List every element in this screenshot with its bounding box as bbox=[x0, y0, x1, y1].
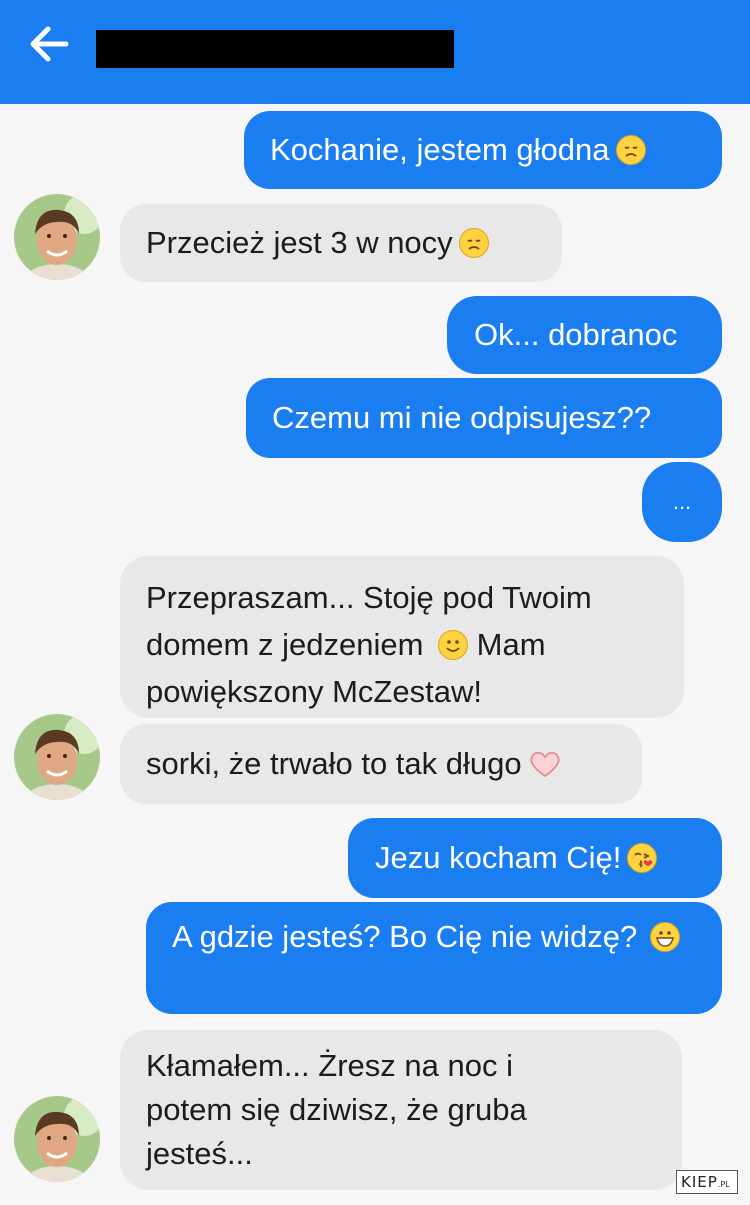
message-bubble-sent: ... bbox=[642, 462, 722, 542]
message-text: ... bbox=[672, 489, 692, 514]
avatar[interactable] bbox=[14, 1096, 100, 1182]
message-text: Kochanie, jestem głodna bbox=[270, 132, 610, 167]
message-bubble-sent: Czemu mi nie odpisujesz?? bbox=[246, 378, 722, 458]
heart-icon bbox=[528, 749, 562, 779]
message-text: sorki, że trwało to tak długo bbox=[146, 746, 522, 781]
disappointed-face-icon bbox=[615, 135, 646, 165]
top-bar bbox=[0, 0, 750, 104]
watermark-text: KIEP bbox=[681, 1173, 718, 1191]
contact-name-redacted bbox=[96, 30, 454, 68]
disappointed-face-icon bbox=[458, 228, 489, 258]
avatar[interactable] bbox=[14, 714, 100, 800]
message-bubble-received: Kłamałem... Żresz na noc i potem się dzi… bbox=[120, 1030, 682, 1190]
message-bubble-sent: Ok... dobranoc bbox=[447, 296, 722, 374]
kissing-face-icon bbox=[627, 843, 658, 873]
message-text: Jezu kocham Cię! bbox=[375, 840, 622, 875]
message-text: Czemu mi nie odpisujesz?? bbox=[272, 400, 652, 435]
message-text: Ok... dobranoc bbox=[474, 317, 678, 352]
grinning-face-icon bbox=[649, 922, 680, 952]
message-bubble-received: Przecież jest 3 w nocy bbox=[120, 204, 562, 282]
arrow-left-icon[interactable] bbox=[26, 24, 72, 64]
message-text: Kłamałem... Żresz na noc i potem się dzi… bbox=[146, 1048, 527, 1171]
smiling-face-icon bbox=[438, 630, 469, 660]
watermark-logo: KIEP.PL bbox=[676, 1170, 738, 1194]
message-text: Przecież jest 3 w nocy bbox=[146, 225, 453, 260]
avatar[interactable] bbox=[14, 194, 100, 280]
message-bubble-received: Przepraszam... Stoję pod Twoim domem z j… bbox=[120, 556, 684, 718]
message-bubble-received: sorki, że trwało to tak długo bbox=[120, 724, 642, 804]
message-text: A gdzie jesteś? Bo Cię nie widzę? bbox=[172, 919, 638, 954]
message-bubble-sent: Kochanie, jestem głodna bbox=[244, 111, 722, 189]
message-bubble-sent: A gdzie jesteś? Bo Cię nie widzę? bbox=[146, 902, 722, 1014]
watermark-suffix: .PL bbox=[717, 1180, 730, 1189]
message-bubble-sent: Jezu kocham Cię! bbox=[348, 818, 722, 898]
